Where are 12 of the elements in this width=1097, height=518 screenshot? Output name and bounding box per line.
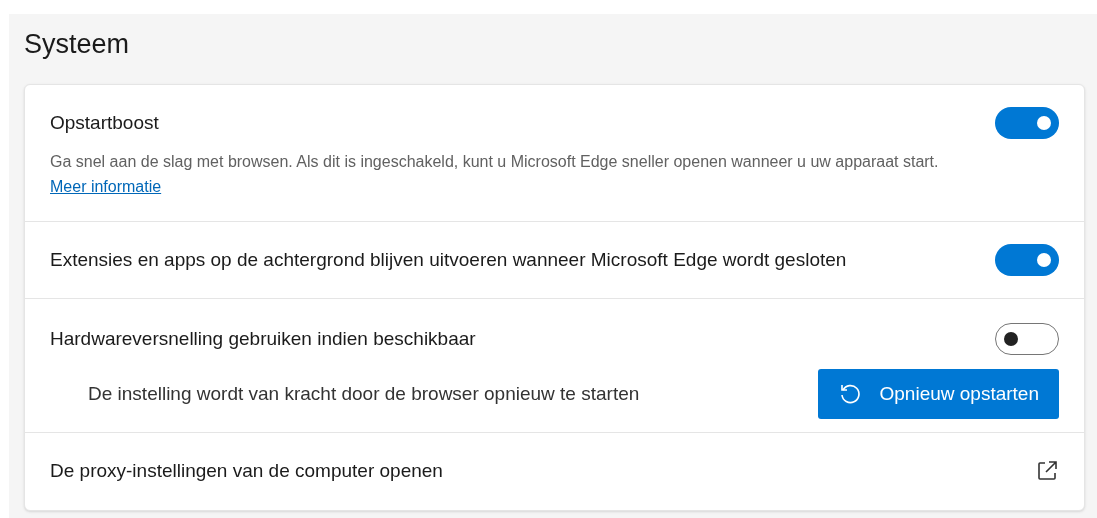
more-info-link[interactable]: Meer informatie xyxy=(50,178,162,195)
setting-label: Opstartboost xyxy=(50,110,159,135)
toggle-switch[interactable] xyxy=(995,323,1059,355)
toggle-switch[interactable] xyxy=(995,107,1059,139)
restart-button[interactable]: Opnieuw opstarten xyxy=(817,369,1059,419)
toggle-switch[interactable] xyxy=(995,244,1059,276)
setting-label: De proxy-instellingen van de computer openen xyxy=(50,459,443,483)
setting-description: Ga snel aan de slag met browsen. Als dit is ingeschakeld, kunt u Microsoft Edge sneller openen wanneer u uw apparaat start. Meer informatie xyxy=(50,152,940,197)
restart-note: De instelling wordt van kracht door de browser opnieuw te starten xyxy=(87,381,640,406)
section-title: Systeem xyxy=(24,28,131,61)
setting-label: Extensies en apps op de achtergrond blijven uitvoeren wanneer Microsoft Edge wordt gesloten xyxy=(50,247,847,272)
setting-label: Hardwareversnelling gebruiken indien beschikbaar xyxy=(50,326,476,351)
